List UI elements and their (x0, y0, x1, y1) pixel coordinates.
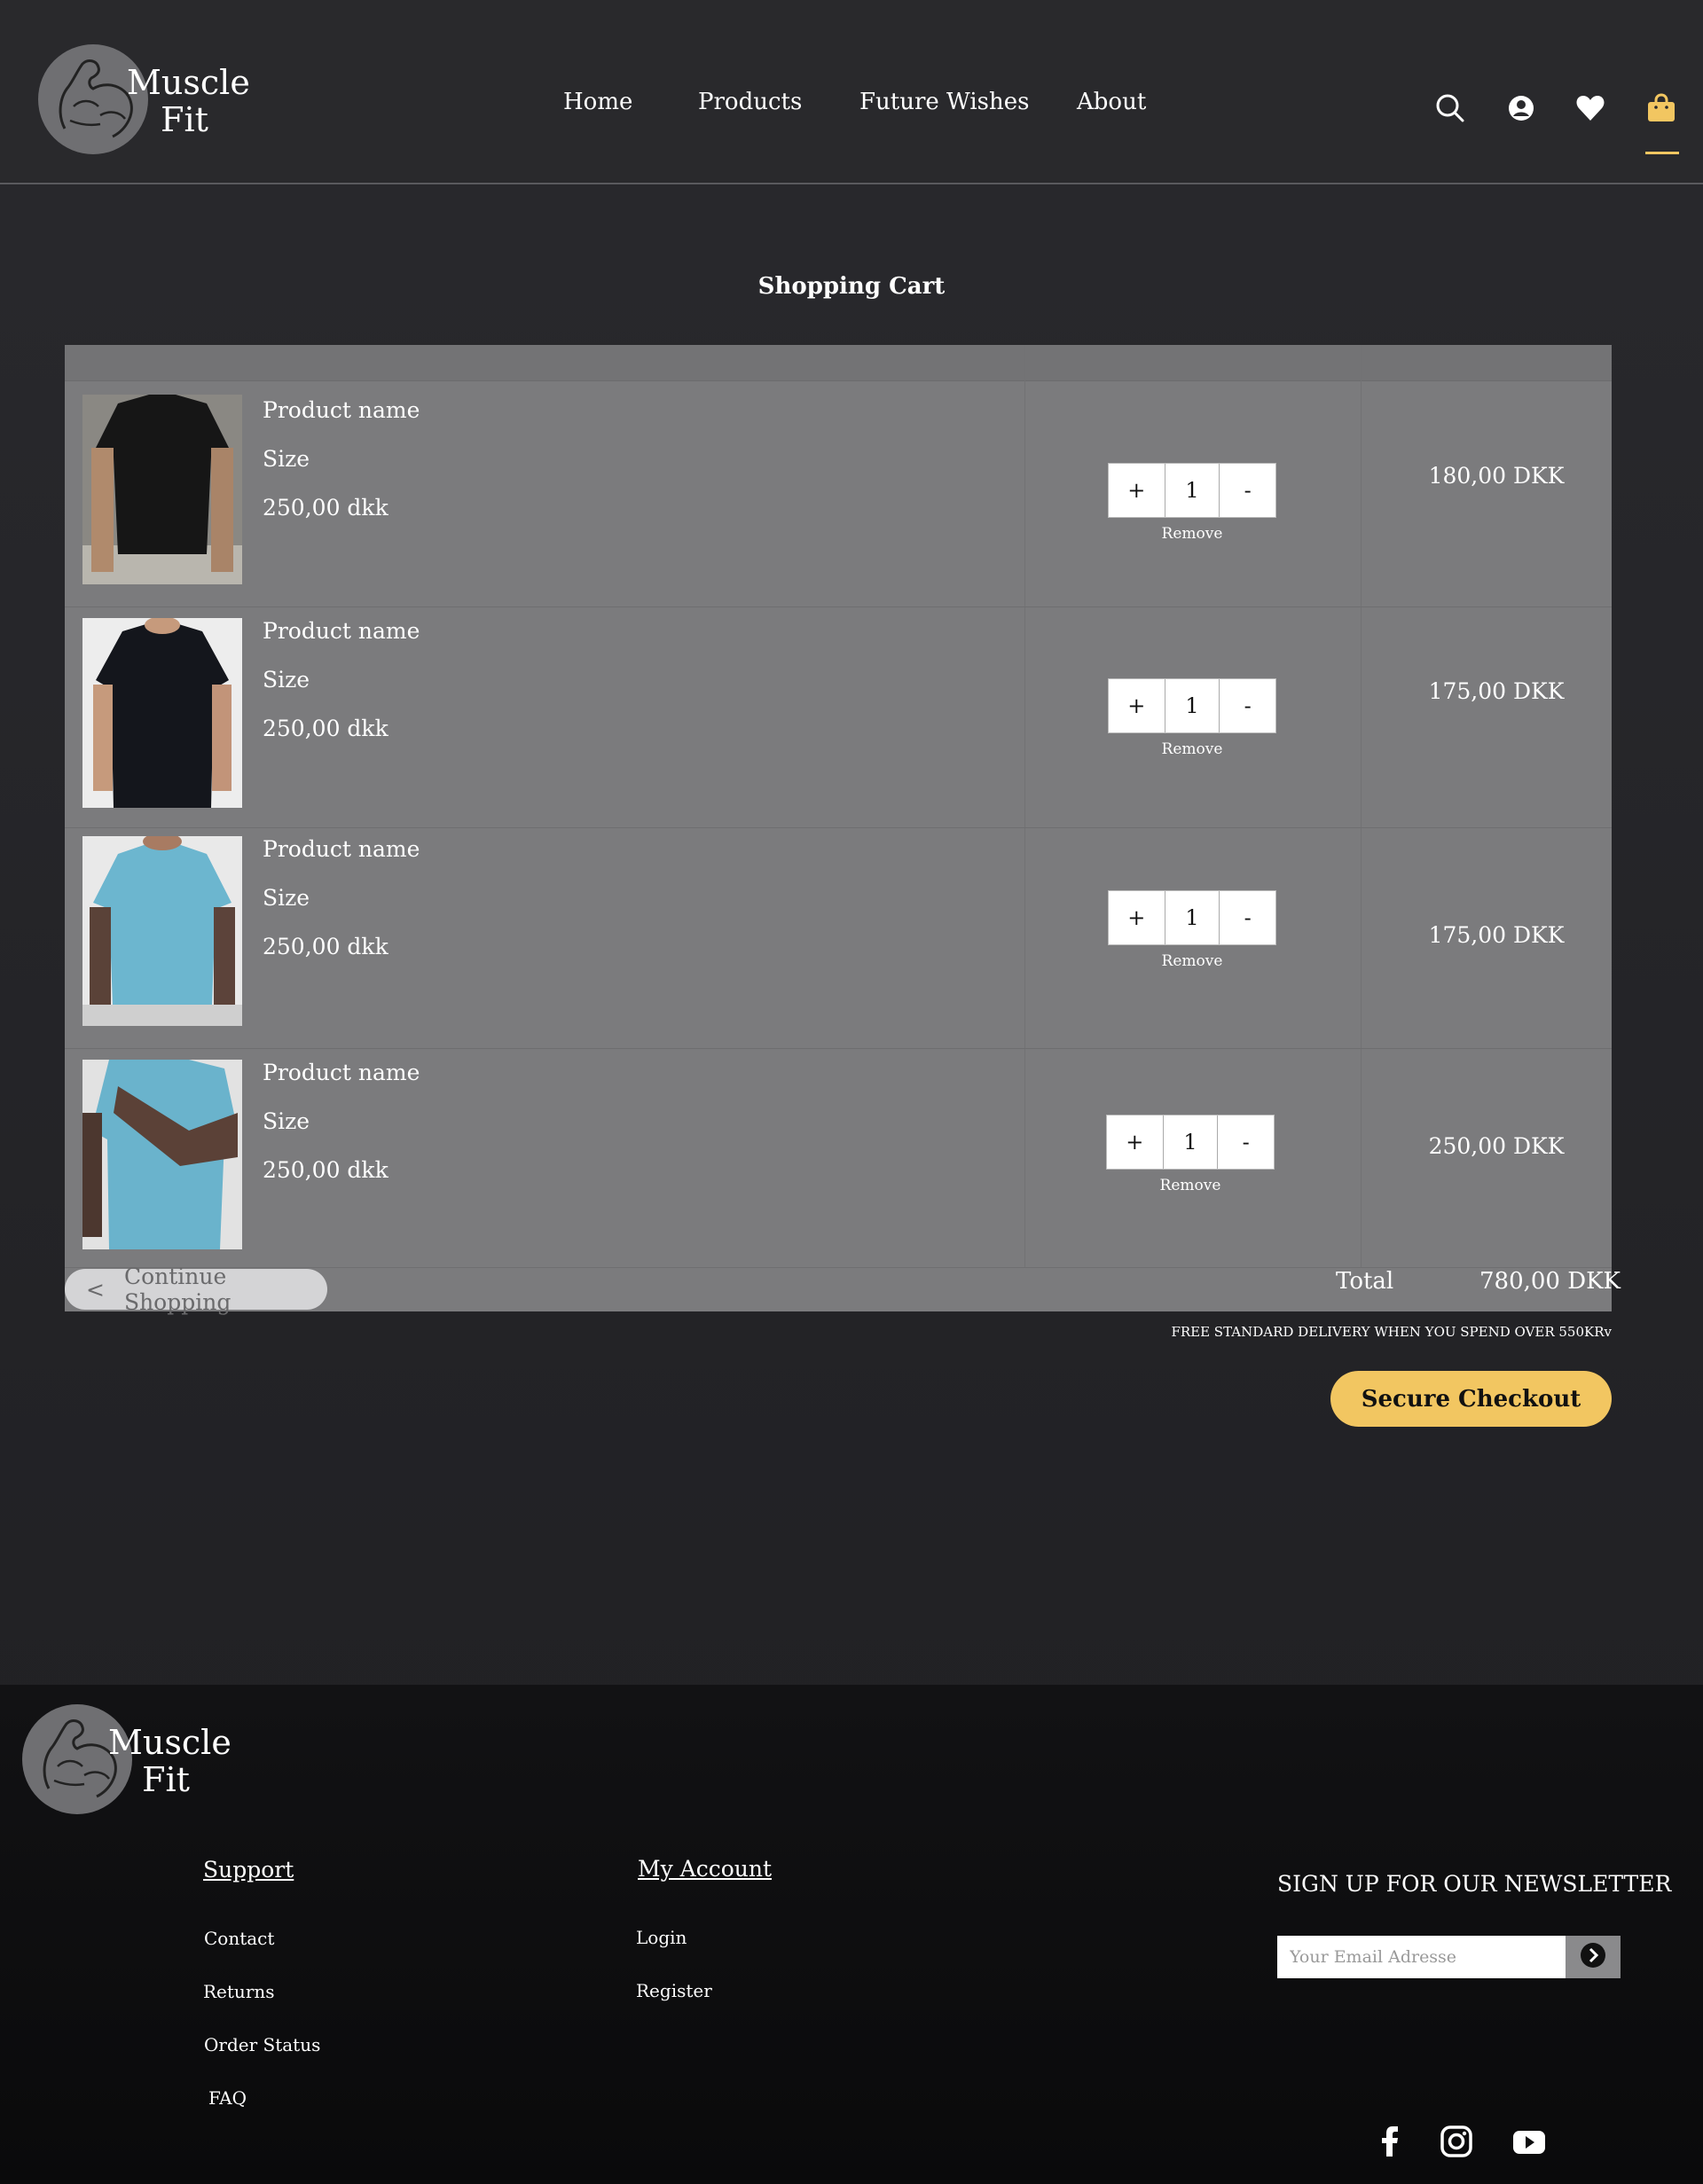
quantity-value[interactable]: 1 (1164, 891, 1220, 944)
footer-link-returns[interactable]: Returns (203, 1981, 275, 2002)
product-image[interactable] (82, 395, 242, 584)
nav-future-wishes[interactable]: Future Wishes (859, 89, 1029, 115)
product-size: Size (263, 885, 310, 911)
instagram-icon[interactable] (1440, 2125, 1473, 2158)
quantity-value[interactable]: 1 (1162, 1115, 1219, 1169)
continue-shopping-button[interactable]: < Continue Shopping (65, 1264, 327, 1315)
chevron-left-icon: < (86, 1276, 105, 1303)
nav-about[interactable]: About (1077, 89, 1146, 115)
quantity-stepper: + 1 - (1106, 1115, 1275, 1170)
cart-row: Product name Size 250,00 dkk + 1 - Remov… (65, 1049, 1612, 1268)
remove-link[interactable]: Remove (1108, 740, 1276, 758)
decrease-button[interactable]: - (1220, 464, 1275, 517)
nav-home[interactable]: Home (563, 89, 632, 115)
table-header (65, 345, 1612, 381)
nav-products[interactable]: Products (698, 89, 802, 115)
decrease-button[interactable]: - (1218, 1115, 1274, 1169)
newsletter-title: SIGN UP FOR OUR NEWSLETTER (1277, 1871, 1672, 1897)
product-price: 250,00 dkk (263, 495, 388, 521)
youtube-icon[interactable] (1512, 2125, 1546, 2158)
newsletter-submit-button[interactable] (1566, 1936, 1621, 1978)
newsletter-email-input[interactable] (1277, 1936, 1566, 1978)
total-value: 780,00 DKK (1479, 1268, 1621, 1295)
cart-table: Product name Size 250,00 dkk + 1 - Remov… (65, 345, 1621, 1315)
footer-link-register[interactable]: Register (636, 1980, 712, 2001)
user-icon[interactable] (1505, 92, 1537, 124)
quantity-value[interactable]: 1 (1164, 464, 1220, 517)
footer-brand-logo[interactable]: Muscle Fit (22, 1704, 235, 1814)
page-title: Shopping Cart (757, 273, 946, 300)
facebook-icon[interactable] (1373, 2125, 1407, 2158)
account-heading[interactable]: My Account (638, 1856, 772, 1882)
footer-link-order-status[interactable]: Order Status (204, 2034, 320, 2055)
line-total: 175,00 DKK (1428, 678, 1565, 704)
remove-link[interactable]: Remove (1106, 1177, 1275, 1194)
quantity-value[interactable]: 1 (1164, 679, 1220, 732)
product-image[interactable] (82, 836, 242, 1026)
total-label: Total (1336, 1268, 1394, 1295)
product-price: 250,00 dkk (263, 1157, 388, 1183)
increase-button[interactable]: + (1109, 891, 1165, 944)
line-total: 175,00 DKK (1428, 922, 1565, 948)
quantity-stepper: + 1 - (1108, 678, 1276, 733)
product-name: Product name (263, 618, 420, 644)
increase-button[interactable]: + (1107, 1115, 1163, 1169)
remove-link[interactable]: Remove (1108, 952, 1276, 970)
product-size: Size (263, 1108, 310, 1134)
continue-shopping-label: Continue Shopping (123, 1264, 232, 1315)
footer-link-login[interactable]: Login (636, 1927, 687, 1948)
product-name: Product name (263, 836, 420, 862)
secure-checkout-button[interactable]: Secure Checkout (1330, 1371, 1612, 1427)
footer-link-faq[interactable]: FAQ (208, 2087, 247, 2109)
increase-button[interactable]: + (1109, 679, 1165, 732)
product-price: 250,00 dkk (263, 716, 388, 741)
heart-icon[interactable] (1574, 92, 1606, 124)
search-icon[interactable] (1434, 92, 1466, 124)
product-image[interactable] (82, 618, 242, 808)
free-delivery-note: FREE STANDARD DELIVERY WHEN YOU SPEND OV… (1171, 1324, 1612, 1340)
cart-row: Product name Size 250,00 dkk + 1 - Remov… (65, 607, 1612, 828)
decrease-button[interactable]: - (1220, 891, 1275, 944)
active-indicator (1645, 152, 1679, 154)
product-price: 250,00 dkk (263, 934, 388, 959)
site-footer: Muscle Fit Support Contact Returns Order … (0, 1685, 1703, 2184)
remove-link[interactable]: Remove (1108, 525, 1276, 543)
cart-row: Product name Size 250,00 dkk + 1 - Remov… (65, 828, 1612, 1049)
line-total: 180,00 DKK (1428, 463, 1565, 489)
shopping-bag-icon[interactable] (1645, 92, 1677, 124)
support-heading[interactable]: Support (203, 1857, 294, 1883)
line-total: 250,00 DKK (1428, 1133, 1565, 1159)
quantity-stepper: + 1 - (1108, 463, 1276, 518)
footer-brand-wordmark: Muscle Fit (108, 1723, 232, 1799)
cart-row: Product name Size 250,00 dkk + 1 - Remov… (65, 380, 1612, 607)
product-name: Product name (263, 1060, 420, 1085)
product-size: Size (263, 667, 310, 693)
product-name: Product name (263, 397, 420, 423)
footer-link-contact[interactable]: Contact (204, 1928, 274, 1949)
decrease-button[interactable]: - (1220, 679, 1275, 732)
product-size: Size (263, 446, 310, 472)
site-header: Muscle Fit Home Products Future Wishes Ab… (0, 0, 1703, 184)
quantity-stepper: + 1 - (1108, 890, 1276, 945)
product-image[interactable] (82, 1060, 242, 1249)
arrow-right-icon (1580, 1942, 1606, 1972)
increase-button[interactable]: + (1109, 464, 1165, 517)
